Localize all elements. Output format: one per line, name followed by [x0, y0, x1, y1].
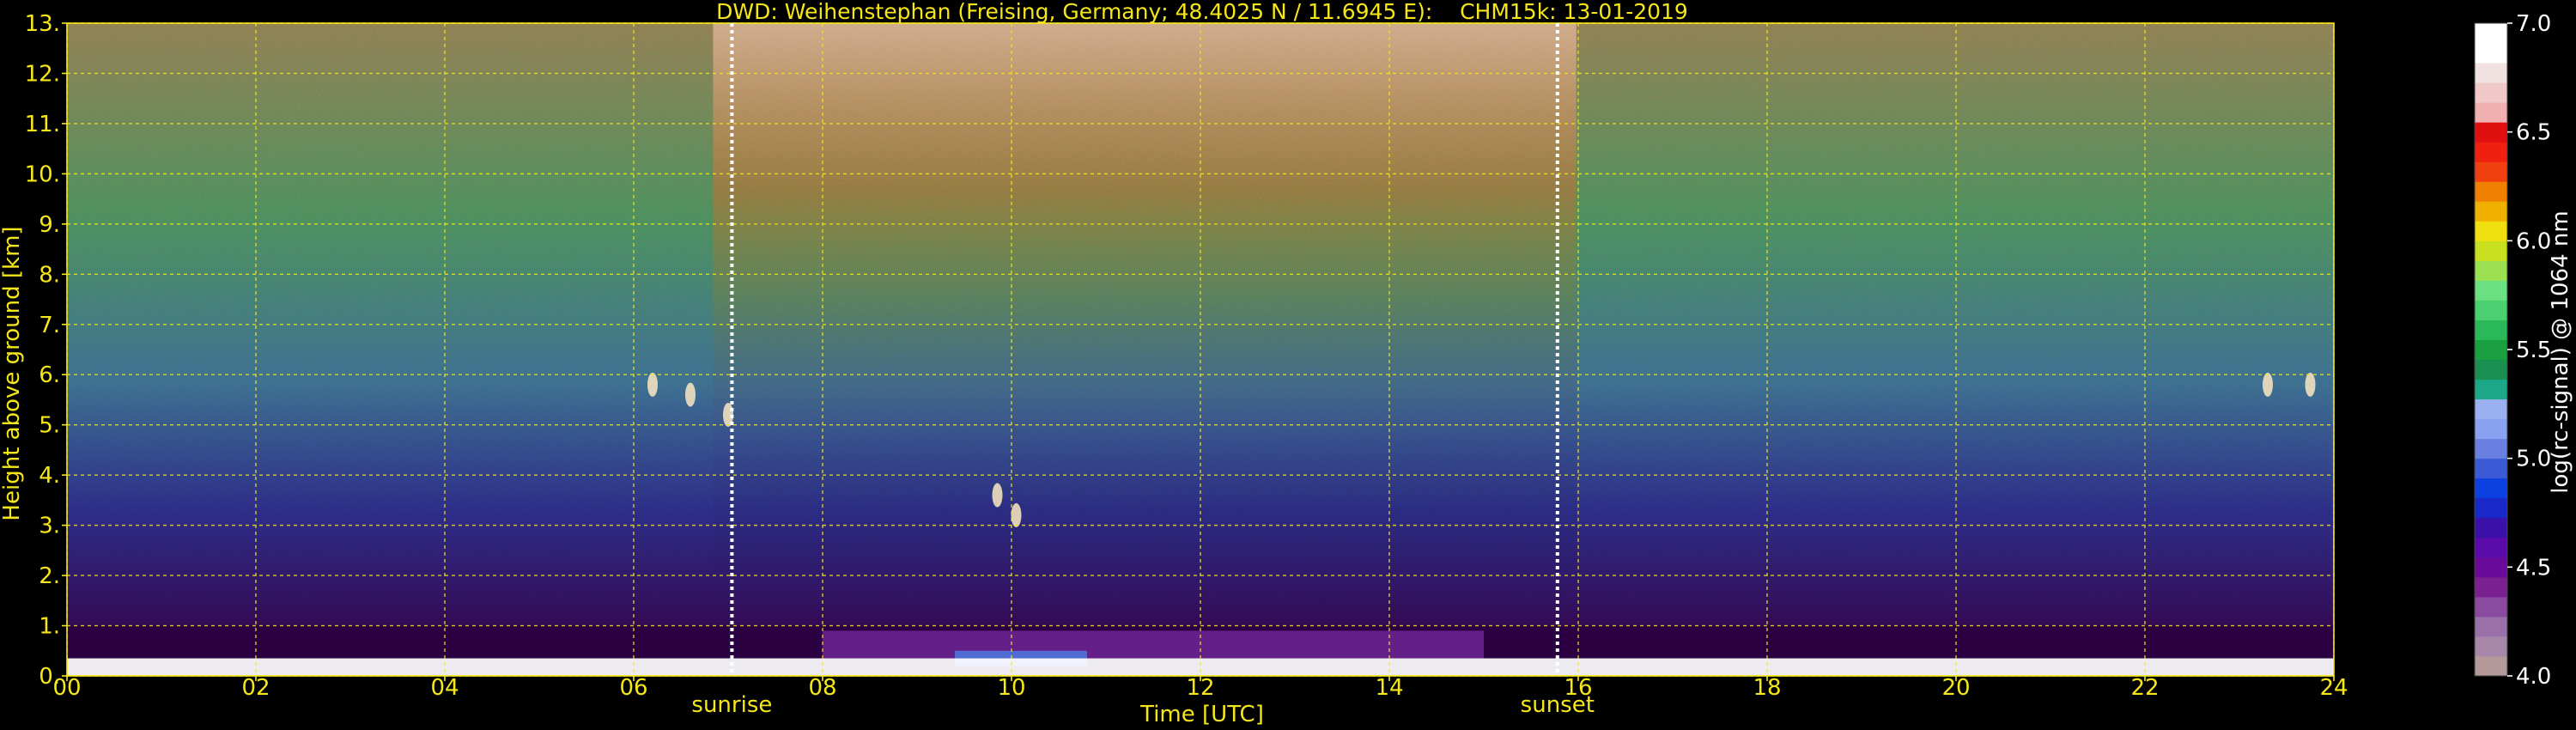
x-tick-label: 04: [430, 675, 459, 701]
y-tick-label: 12.: [25, 61, 60, 87]
y-axis-ticks: 0. 1. 2. 3. 4. 5. 6. 7. 8. 9. 10. 11. 12. 13.: [25, 11, 67, 690]
y-tick-label: 1.: [39, 614, 60, 640]
x-tick-label: 24: [2319, 675, 2348, 701]
colorbar-segment: [2475, 122, 2507, 143]
colorbar-segment: [2475, 319, 2507, 340]
x-tick-label: 02: [241, 675, 270, 701]
colorbar-segment: [2475, 517, 2507, 538]
y-tick-label: 6.: [39, 362, 60, 388]
colorbar-segment: [2475, 300, 2507, 320]
cloud-feature-5: [2263, 372, 2273, 397]
x-axis-label: Time [UTC]: [1139, 702, 1264, 727]
cloud-feature-4: [1011, 502, 1022, 527]
x-tick-label: 20: [1941, 675, 1970, 701]
colorbar-segment: [2475, 260, 2507, 281]
y-tick-label: 2.: [39, 563, 60, 589]
colorbar-segment: [2475, 655, 2507, 677]
colorbar-segment: [2475, 596, 2507, 617]
lidar-chart: sunrise sunset 00 02 04 06 08 10 12 14 16 18 20 22 24…: [0, 0, 2573, 727]
colorbar-label: log(rc-signal) @ 1064 nm: [2548, 210, 2573, 493]
x-tick-label: 06: [619, 675, 647, 701]
colorbar-segment: [2475, 240, 2507, 261]
chart-title: DWD: Weihenstephan (Freising, Germany; 4…: [716, 0, 1688, 24]
x-tick-label: 08: [808, 675, 836, 701]
colorbar: 4.0 4.5 5.0 5.5 6.0 6.5 7.0: [2474, 11, 2551, 690]
cloud-feature-0: [647, 372, 658, 397]
y-tick-label: 5.: [39, 413, 60, 439]
colorbar-segment: [2475, 82, 2507, 103]
y-tick-label: 3.: [39, 514, 60, 539]
colorbar-segment: [2475, 161, 2507, 182]
colorbar-segment: [2475, 201, 2507, 222]
y-tick-label: 10.: [25, 161, 60, 187]
colorbar-tick-label: 5.5: [2516, 338, 2551, 363]
x-tick-label: 22: [2130, 675, 2159, 701]
colorbar-segment: [2475, 418, 2507, 440]
y-axis-label: Height above ground [km]: [0, 226, 25, 520]
colorbar-tick-label: 4.0: [2516, 664, 2551, 690]
colorbar-segment: [2475, 616, 2507, 637]
y-tick-label: 4.: [39, 463, 60, 489]
colorbar-segment: [2475, 497, 2507, 519]
colorbar-segment: [2475, 63, 2507, 83]
colorbar-segment: [2475, 339, 2507, 361]
colorbar-segment: [2475, 478, 2507, 499]
colorbar-tick-label: 7.0: [2516, 11, 2551, 37]
y-tick-label: 11.: [25, 112, 60, 137]
cloud-feature-3: [992, 483, 1003, 508]
colorbar-segment: [2475, 359, 2507, 380]
colorbar-segment: [2475, 458, 2507, 479]
colorbar-segment: [2475, 379, 2507, 400]
colorbar-segment: [2475, 438, 2507, 459]
colorbar-segment: [2475, 181, 2507, 202]
colorbar-tick-label: 4.5: [2516, 555, 2551, 581]
surface-layer: [67, 658, 2334, 676]
colorbar-segment: [2475, 636, 2507, 657]
x-tick-label: 16: [1564, 675, 1592, 701]
x-tick-label: 12: [1186, 675, 1214, 701]
x-tick-label: 14: [1375, 675, 1403, 701]
colorbar-segment: [2475, 280, 2507, 301]
x-axis-ticks: 00 02 04 06 08 10 12 14 16 18 20 22 24: [52, 675, 2348, 701]
colorbar-segment: [2475, 537, 2507, 558]
colorbar-tick-label: 6.0: [2516, 228, 2551, 254]
y-tick-label: 0.: [39, 664, 60, 690]
y-tick-label: 13.: [25, 11, 60, 37]
colorbar-segment: [2475, 398, 2507, 420]
colorbar-segment: [2475, 142, 2507, 162]
cloud-feature-6: [2305, 372, 2316, 397]
y-tick-label: 9.: [39, 212, 60, 238]
colorbar-tick-label: 5.0: [2516, 447, 2551, 472]
y-tick-label: 7.: [39, 313, 60, 338]
x-tick-label: 10: [997, 675, 1025, 701]
colorbar-segment: [2475, 221, 2507, 241]
cloud-feature-1: [685, 382, 696, 407]
colorbar-segment: [2475, 102, 2507, 123]
boundary-layer-core: [823, 630, 1484, 659]
colorbar-segment: [2475, 23, 2507, 44]
sunrise-label: sunrise: [691, 692, 772, 718]
colorbar-segment: [2475, 576, 2507, 598]
x-tick-label: 18: [1753, 675, 1781, 701]
y-tick-label: 8.: [39, 262, 60, 288]
colorbar-segment: [2475, 557, 2507, 578]
colorbar-segment: [2475, 43, 2507, 64]
colorbar-tick-label: 6.5: [2516, 120, 2551, 146]
